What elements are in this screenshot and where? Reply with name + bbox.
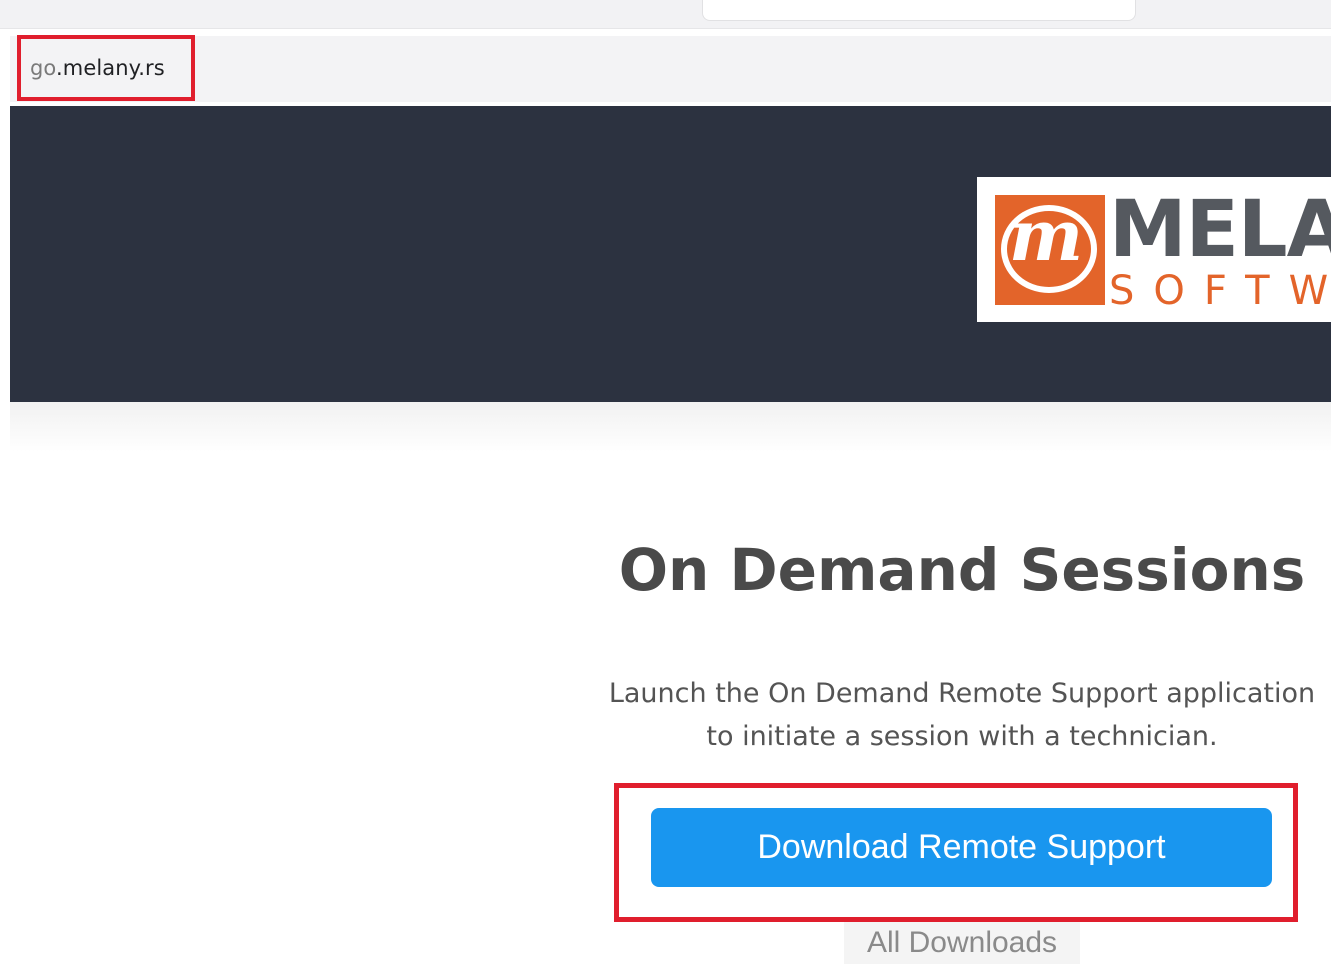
url-highlight-box: [17, 35, 195, 101]
description-line-1: Launch the On Demand Remote Support appl…: [608, 678, 1316, 709]
description-line-2: to initiate a session with a technician.: [706, 721, 1218, 752]
page: go.melany.rs m MELA SOFTW On Demand Sess…: [0, 0, 1331, 964]
download-remote-support-button[interactable]: Download Remote Support: [651, 808, 1272, 887]
logo-wordmark: MELA: [1109, 185, 1331, 275]
page-title: On Demand Sessions: [618, 536, 1306, 604]
site-header: m MELA SOFTW: [10, 106, 1331, 402]
browser-active-tab[interactable]: [702, 0, 1136, 21]
logo-subtitle: SOFTW: [1109, 268, 1331, 314]
browser-address-bar[interactable]: go.melany.rs: [10, 36, 1331, 102]
logo-m-icon: m: [995, 195, 1105, 305]
header-shadow: [10, 402, 1331, 452]
logo-letter: m: [1009, 195, 1084, 277]
browser-tab-strip: [0, 0, 1331, 29]
all-downloads-link[interactable]: All Downloads: [844, 922, 1080, 964]
company-logo[interactable]: m MELA SOFTW: [977, 177, 1331, 322]
page-description: Launch the On Demand Remote Support appl…: [560, 672, 1331, 758]
